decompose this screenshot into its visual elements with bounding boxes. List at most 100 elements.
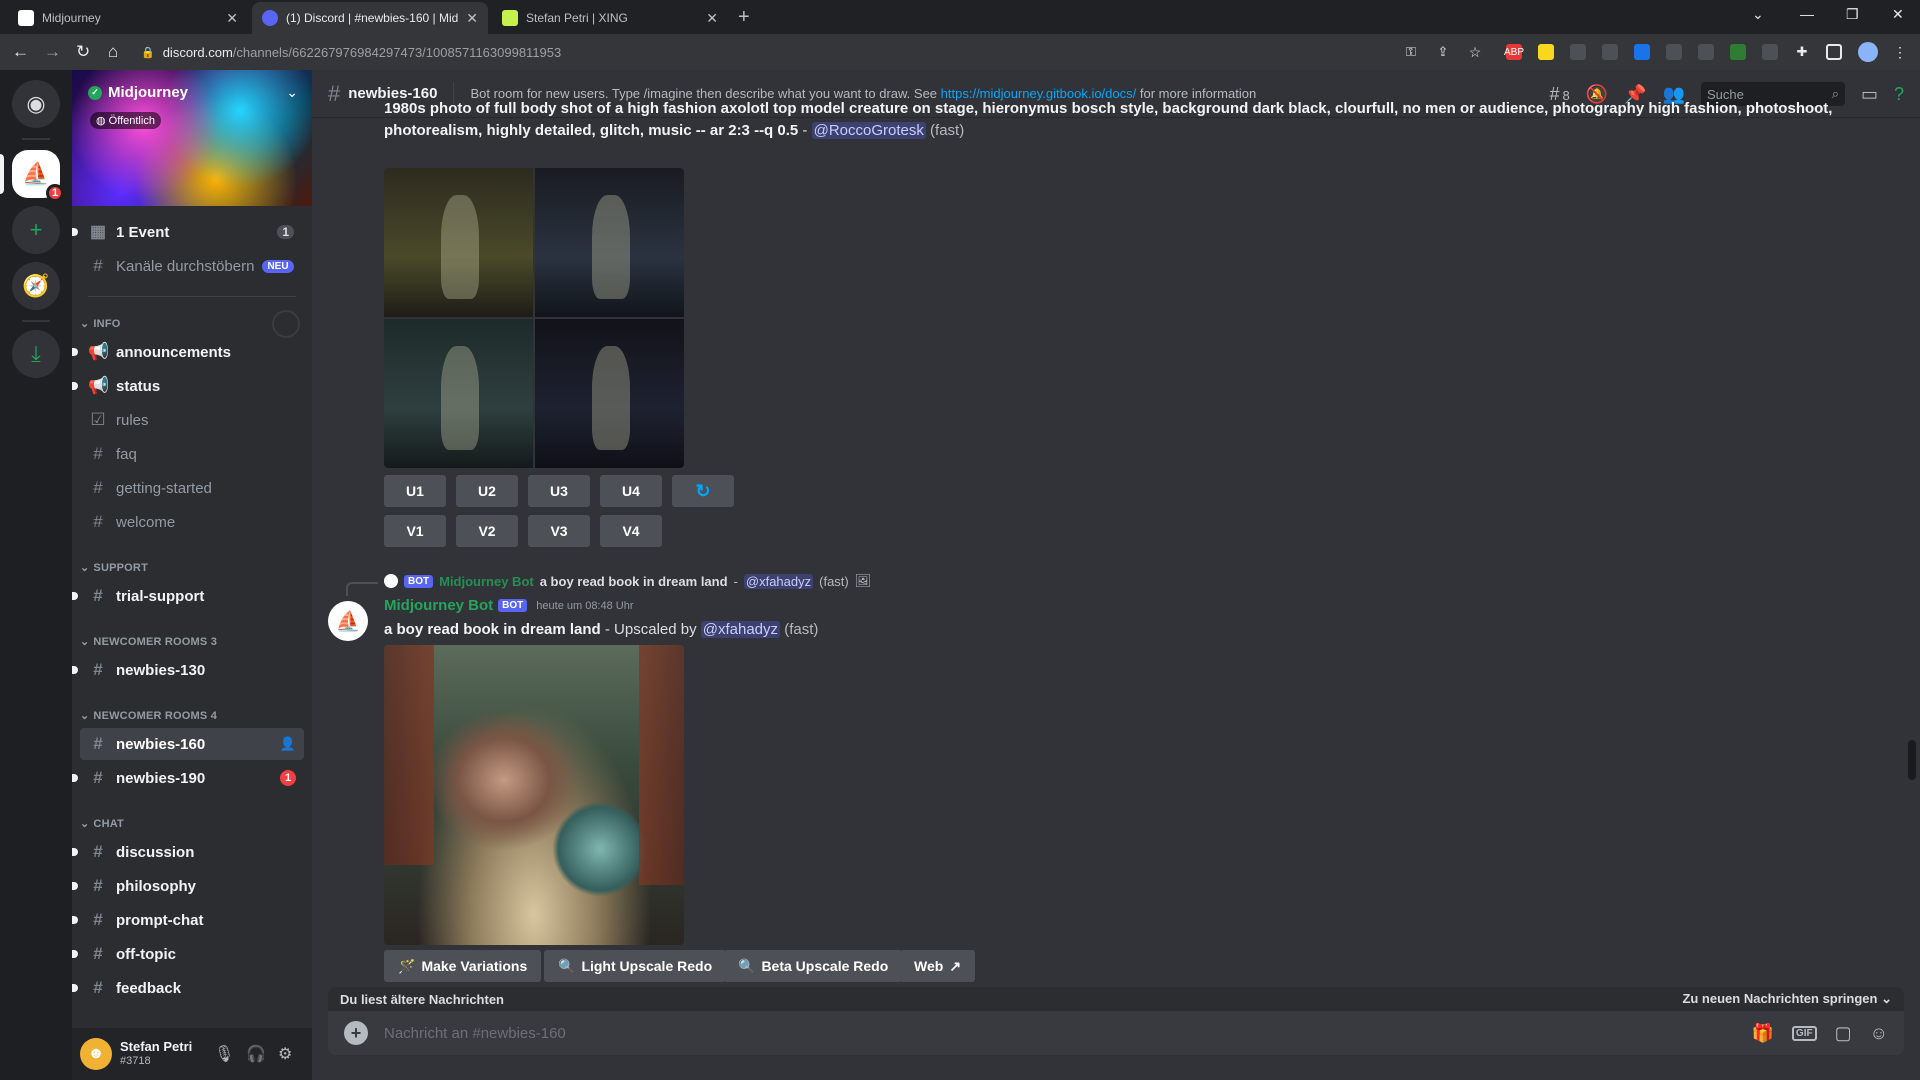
user-info[interactable]: Stefan Petri #3718 bbox=[120, 1039, 192, 1069]
discord-home-icon[interactable]: ◉ bbox=[12, 80, 60, 128]
browser-menu-icon[interactable]: ⋮ bbox=[1892, 44, 1908, 60]
browse-channels-item[interactable]: # Kanäle durchstöbern NEU bbox=[80, 250, 304, 282]
midjourney-server-icon[interactable]: ⛵ 1 bbox=[12, 150, 64, 202]
variation-2-button[interactable]: V2 bbox=[456, 515, 518, 547]
beta-upscale-redo-button[interactable]: 🔍 Beta Upscale Redo bbox=[724, 950, 903, 982]
browser-tab-xing[interactable]: Stefan Petri | XING ✕ bbox=[492, 2, 728, 34]
sticker-icon[interactable]: ▢ bbox=[1835, 1023, 1852, 1044]
jump-to-present-button[interactable]: Zu neuen Nachrichten springen ⌄ bbox=[1682, 991, 1892, 1007]
profile-avatar[interactable] bbox=[1858, 42, 1878, 62]
make-variations-button[interactable]: 🪄 Make Variations bbox=[384, 950, 542, 982]
add-attachment-icon[interactable]: + bbox=[344, 1021, 368, 1045]
channel-prompt-chat[interactable]: # prompt-chat bbox=[72, 904, 304, 936]
reply-reference[interactable]: BOT Midjourney Bot a boy read book in dr… bbox=[384, 573, 871, 589]
puzzle-extensions-icon[interactable]: ✚ bbox=[1794, 44, 1810, 60]
back-icon[interactable]: ← bbox=[12, 42, 29, 62]
gif-picker-icon[interactable]: GIF bbox=[1791, 1025, 1817, 1041]
channel-newbies-190[interactable]: # newbies-190 1 bbox=[72, 762, 304, 794]
avatar[interactable]: ☻ bbox=[80, 1038, 112, 1070]
grid-image-3[interactable] bbox=[384, 319, 533, 468]
minimize-icon[interactable]: — bbox=[1800, 6, 1814, 22]
close-tab-icon[interactable]: ✕ bbox=[706, 10, 718, 27]
headphones-icon[interactable]: 🎧 bbox=[246, 1044, 266, 1064]
older-messages-bar[interactable]: Du liest ältere Nachrichten Zu neuen Nac… bbox=[328, 987, 1904, 1011]
grid-image-4[interactable] bbox=[535, 319, 684, 468]
new-tab-icon[interactable]: + bbox=[738, 6, 750, 29]
category-chat[interactable]: ⌄ CHAT bbox=[80, 817, 124, 831]
channel-status[interactable]: 📢 status bbox=[72, 370, 304, 402]
share-icon[interactable]: ⇪ bbox=[1435, 44, 1451, 60]
help-icon[interactable]: ? bbox=[1894, 84, 1904, 105]
browser-tab-midjourney[interactable]: Midjourney ✕ bbox=[8, 2, 248, 34]
avatar[interactable]: ⛵ bbox=[328, 601, 368, 641]
browser-tab-discord[interactable]: (1) Discord | #newbies-160 | Mid ✕ bbox=[252, 2, 488, 34]
inbox-icon[interactable]: ▭ bbox=[1861, 84, 1878, 105]
add-server-icon[interactable]: + bbox=[12, 206, 60, 254]
category-support[interactable]: ⌄ SUPPORT bbox=[80, 561, 148, 575]
invite-user-icon[interactable]: 👤 bbox=[280, 736, 296, 752]
address-bar[interactable]: 🔒 discord.com /channels/6622679769842974… bbox=[141, 40, 1401, 64]
adblock-extension-icon[interactable]: ABP bbox=[1504, 44, 1524, 60]
extension-icon[interactable] bbox=[1634, 44, 1650, 60]
server-header[interactable]: ✓ Midjourney bbox=[88, 84, 188, 101]
category-newcomer-rooms-4[interactable]: ⌄ NEWCOMER ROOMS 4 bbox=[80, 709, 217, 723]
extension-icon[interactable] bbox=[1602, 44, 1618, 60]
channel-newbies-130[interactable]: # newbies-130 bbox=[72, 654, 304, 686]
key-icon[interactable]: ⚿ bbox=[1403, 44, 1419, 60]
explore-servers-icon[interactable]: 🧭 bbox=[12, 262, 60, 310]
channel-discussion[interactable]: # discussion bbox=[72, 836, 304, 868]
channel-newbies-160[interactable]: # newbies-160 👤 bbox=[80, 728, 304, 760]
reroll-button[interactable]: ↻ bbox=[672, 475, 734, 507]
channel-feedback[interactable]: # feedback bbox=[72, 972, 304, 1004]
author-name[interactable]: Midjourney Bot bbox=[384, 597, 493, 614]
channel-announcements[interactable]: 📢 announcements bbox=[72, 336, 304, 368]
settings-gear-icon[interactable]: ⚙ bbox=[278, 1044, 292, 1064]
emoji-picker-icon[interactable]: ☺ bbox=[1870, 1023, 1888, 1044]
extension-icon[interactable] bbox=[1698, 44, 1714, 60]
web-link-button[interactable]: Web ↗ bbox=[900, 950, 976, 982]
extension-icon[interactable] bbox=[1730, 44, 1746, 60]
upscaled-image[interactable] bbox=[384, 645, 684, 945]
upscale-4-button[interactable]: U4 bbox=[600, 475, 662, 507]
channel-off-topic[interactable]: # off-topic bbox=[72, 938, 304, 970]
events-item[interactable]: ▦ 1 Event 1 bbox=[72, 216, 304, 248]
close-window-icon[interactable]: ✕ bbox=[1892, 6, 1904, 23]
gift-icon[interactable]: 🎁 bbox=[1752, 1023, 1774, 1044]
tab-search-icon[interactable]: ⌄ bbox=[1752, 6, 1764, 23]
bookmark-star-icon[interactable]: ☆ bbox=[1467, 44, 1483, 60]
server-banner[interactable]: ✓ Midjourney ⌄ ◍ Öffentlich bbox=[72, 70, 312, 206]
openai-extension-icon[interactable] bbox=[1666, 44, 1682, 60]
variation-3-button[interactable]: V3 bbox=[528, 515, 590, 547]
home-icon[interactable]: ⌂ bbox=[108, 42, 118, 62]
download-apps-icon[interactable]: ⤓ bbox=[12, 330, 60, 378]
restore-icon[interactable]: ❐ bbox=[1846, 6, 1859, 23]
channel-rules[interactable]: ☑ rules bbox=[80, 404, 304, 436]
close-tab-icon[interactable]: ✕ bbox=[226, 10, 238, 27]
channel-welcome[interactable]: # welcome bbox=[80, 506, 304, 538]
grid-image-2[interactable] bbox=[535, 168, 684, 317]
category-newcomer-rooms-3[interactable]: ⌄ NEWCOMER ROOMS 3 bbox=[80, 635, 217, 649]
user-mention[interactable]: @xfahadyz bbox=[743, 573, 814, 589]
close-tab-icon[interactable]: ✕ bbox=[466, 10, 478, 27]
user-mention[interactable]: @xfahadyz bbox=[700, 621, 781, 638]
grid-image-1[interactable] bbox=[384, 168, 533, 317]
image-grid[interactable] bbox=[384, 168, 684, 468]
channel-trial-support[interactable]: # trial-support bbox=[72, 580, 304, 612]
reload-icon[interactable]: ↻ bbox=[76, 42, 90, 62]
extension-icon[interactable] bbox=[1570, 44, 1586, 60]
forward-icon[interactable]: → bbox=[44, 42, 61, 62]
channel-philosophy[interactable]: # philosophy bbox=[72, 870, 304, 902]
message-input[interactable]: Nachricht an #newbies-160 bbox=[384, 1025, 566, 1042]
chevron-down-icon[interactable]: ⌄ bbox=[286, 84, 298, 101]
side-panel-icon[interactable] bbox=[1826, 44, 1842, 60]
upscale-2-button[interactable]: U2 bbox=[456, 475, 518, 507]
upscale-1-button[interactable]: U1 bbox=[384, 475, 446, 507]
notes-extension-icon[interactable] bbox=[1538, 44, 1554, 60]
variation-1-button[interactable]: V1 bbox=[384, 515, 446, 547]
user-mention[interactable]: @RoccoGrotesk bbox=[811, 122, 926, 139]
category-info[interactable]: ⌄ INFO bbox=[80, 317, 121, 331]
variation-4-button[interactable]: V4 bbox=[600, 515, 662, 547]
upscale-3-button[interactable]: U3 bbox=[528, 475, 590, 507]
channel-faq[interactable]: # faq bbox=[80, 438, 304, 470]
mute-microphone-icon[interactable]: 🎙 bbox=[214, 1044, 234, 1064]
